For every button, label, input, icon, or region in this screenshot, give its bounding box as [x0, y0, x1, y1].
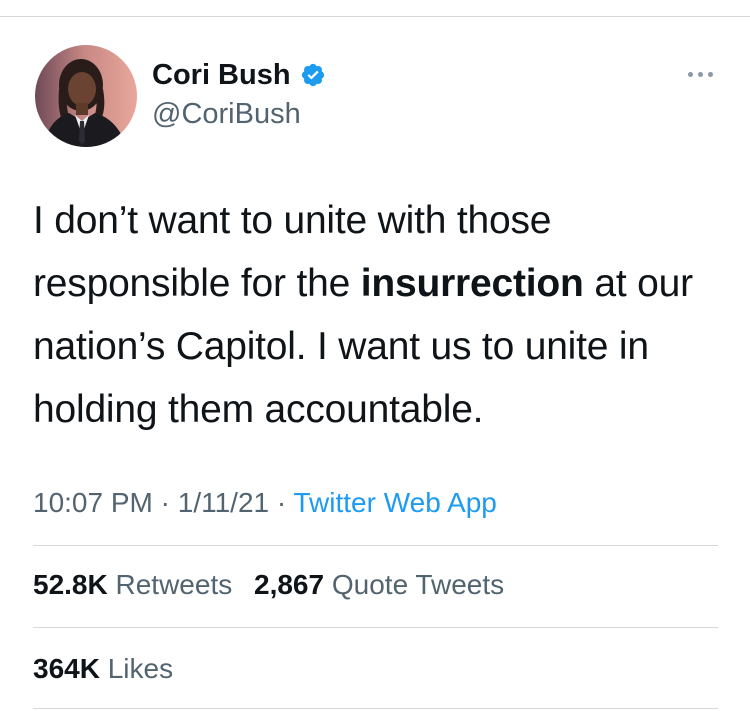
meta-separator: · [276, 487, 287, 518]
verified-badge-icon [301, 63, 325, 87]
retweets-stat[interactable]: 52.8K Retweets [33, 568, 232, 602]
likes-count: 364K [33, 653, 100, 684]
retweets-label: Retweets [115, 569, 233, 600]
more-dot [707, 71, 713, 77]
retweets-count: 52.8K [33, 569, 108, 600]
top-divider [0, 16, 750, 17]
avatar[interactable] [35, 45, 137, 147]
likes-label: Likes [107, 653, 174, 684]
avatar-image [35, 45, 137, 147]
divider [33, 627, 718, 628]
author-display-name[interactable]: Cori Bush [152, 57, 291, 93]
author-handle[interactable]: @CoriBush [152, 96, 301, 132]
quote-tweets-label: Quote Tweets [331, 569, 505, 600]
likes-stat[interactable]: 364K Likes [33, 652, 173, 686]
divider [33, 708, 718, 709]
tweet-date[interactable]: 1/11/21 [178, 487, 269, 518]
meta-separator: · [160, 487, 170, 518]
likes-stats-row: 364K Likes [33, 652, 187, 686]
tweet-time[interactable]: 10:07 PM [33, 487, 153, 518]
divider [33, 545, 718, 546]
more-options-icon[interactable] [678, 62, 722, 86]
tweet-text-bold: insurrection [360, 262, 584, 305]
engagement-stats-row: 52.8K Retweets 2,867 Quote Tweets [33, 568, 518, 602]
quote-tweets-count: 2,867 [254, 569, 325, 600]
tweet-metadata: 10:07 PM · 1/11/21 · Twitter Web App [33, 486, 497, 520]
tweet-source-link[interactable]: Twitter Web App [293, 487, 496, 518]
more-dot [687, 71, 693, 77]
tweet-text: I don’t want to unite with those respons… [33, 189, 733, 441]
quote-tweets-stat[interactable]: 2,867 Quote Tweets [254, 568, 504, 602]
more-dot [697, 71, 703, 77]
